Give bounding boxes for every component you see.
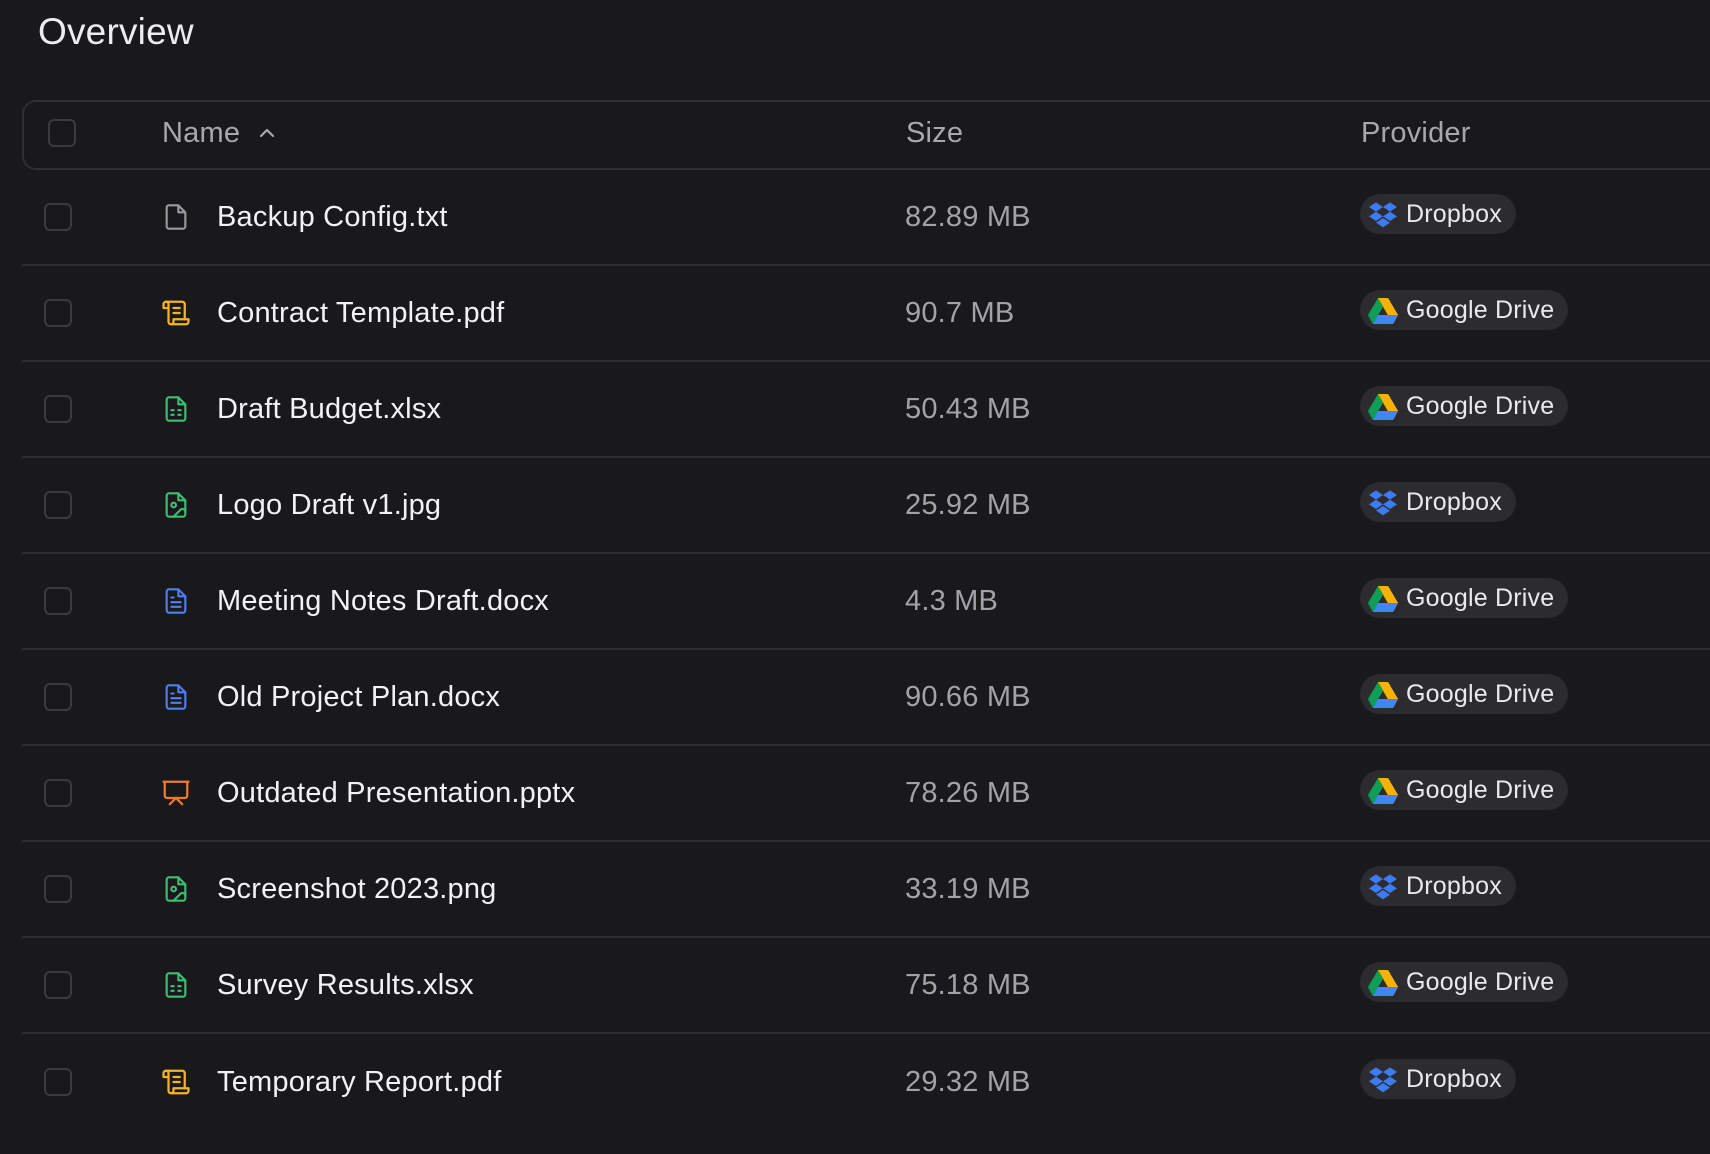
file-name[interactable]: Screenshot 2023.png [217,873,497,906]
file-name[interactable]: Old Project Plan.docx [217,681,500,714]
text-file-icon [161,202,191,232]
table-row[interactable]: Draft Budget.xlsx 50.43 MB Google Drive [22,362,1710,458]
row-checkbox[interactable] [44,587,72,615]
file-size: 25.92 MB [905,488,1031,521]
provider-label: Dropbox [1406,1064,1502,1093]
file-size: 90.7 MB [905,296,1015,329]
provider-label: Dropbox [1406,487,1502,516]
chevron-up-icon[interactable] [256,122,278,144]
provider-badge: Google Drive [1360,578,1569,618]
google-drive-icon [1368,775,1398,805]
page-title: Overview [38,11,194,52]
provider-badge: Dropbox [1360,866,1516,906]
provider-badge: Dropbox [1360,482,1516,522]
google-drive-icon [1368,295,1398,325]
table-header: Name Size Provider [22,100,1710,170]
file-size: 75.18 MB [905,968,1031,1001]
provider-badge: Google Drive [1360,290,1569,330]
file-name[interactable]: Logo Draft v1.jpg [217,489,441,522]
scroll-file-icon [161,1067,191,1097]
provider-badge: Google Drive [1360,962,1569,1002]
file-size: 4.3 MB [905,584,999,617]
provider-badge: Dropbox [1360,194,1516,234]
file-size: 90.66 MB [905,680,1031,713]
table-row[interactable]: Backup Config.txt 82.89 MB Dropbox [22,170,1710,266]
provider-label: Google Drive [1406,583,1555,612]
scroll-file-icon [161,298,191,328]
row-checkbox[interactable] [44,491,72,519]
file-name[interactable]: Temporary Report.pdf [217,1066,501,1099]
dropbox-icon [1368,199,1398,229]
file-name[interactable]: Contract Template.pdf [217,297,504,330]
image-file-icon [161,490,191,520]
row-checkbox[interactable] [44,971,72,999]
table-row[interactable]: Logo Draft v1.jpg 25.92 MB Dropbox [22,458,1710,554]
file-name[interactable]: Outdated Presentation.pptx [217,777,575,810]
row-checkbox[interactable] [44,779,72,807]
table-row[interactable]: Old Project Plan.docx 90.66 MB Google Dr… [22,650,1710,746]
column-header-name[interactable]: Name [162,100,278,166]
google-drive-icon [1368,391,1398,421]
row-checkbox[interactable] [44,395,72,423]
file-name[interactable]: Survey Results.xlsx [217,969,474,1002]
google-drive-icon [1368,583,1398,613]
row-checkbox[interactable] [44,299,72,327]
file-size: 82.89 MB [905,200,1031,233]
file-size: 78.26 MB [905,776,1031,809]
google-drive-icon [1368,679,1398,709]
table-body: Backup Config.txt 82.89 MB Dropbox Contr… [22,170,1710,1130]
column-header-provider-label: Provider [1361,116,1471,149]
table-row[interactable]: Temporary Report.pdf 29.32 MB Dropbox [22,1034,1710,1130]
provider-label: Google Drive [1406,391,1555,420]
table-row[interactable]: Outdated Presentation.pptx 78.26 MB Goog… [22,746,1710,842]
provider-badge: Google Drive [1360,770,1569,810]
provider-label: Google Drive [1406,967,1555,996]
provider-label: Dropbox [1406,199,1502,228]
row-checkbox[interactable] [44,875,72,903]
provider-badge: Google Drive [1360,674,1569,714]
column-header-size[interactable]: Size [906,100,963,166]
provider-label: Dropbox [1406,871,1502,900]
table-row[interactable]: Meeting Notes Draft.docx 4.3 MB Google D… [22,554,1710,650]
document-file-icon [161,586,191,616]
document-file-icon [161,682,191,712]
dropbox-icon [1368,487,1398,517]
spreadsheet-file-icon [161,394,191,424]
file-name[interactable]: Draft Budget.xlsx [217,393,441,426]
provider-label: Google Drive [1406,295,1555,324]
spreadsheet-file-icon [161,970,191,1000]
file-size: 33.19 MB [905,872,1031,905]
file-name[interactable]: Meeting Notes Draft.docx [217,585,549,618]
select-all-checkbox[interactable] [48,119,76,147]
column-header-name-label: Name [162,116,241,149]
provider-label: Google Drive [1406,775,1555,804]
row-checkbox[interactable] [44,683,72,711]
provider-badge: Google Drive [1360,386,1569,426]
table-row[interactable]: Survey Results.xlsx 75.18 MB Google Driv… [22,938,1710,1034]
file-size: 50.43 MB [905,392,1031,425]
row-checkbox[interactable] [44,203,72,231]
column-header-size-label: Size [906,116,964,149]
row-checkbox[interactable] [44,1068,72,1096]
column-header-provider[interactable]: Provider [1361,100,1471,166]
table-row[interactable]: Contract Template.pdf 90.7 MB Google Dri… [22,266,1710,362]
table-row[interactable]: Screenshot 2023.png 33.19 MB Dropbox [22,842,1710,938]
provider-badge: Dropbox [1360,1059,1516,1099]
dropbox-icon [1368,1064,1398,1094]
google-drive-icon [1368,967,1398,997]
provider-label: Google Drive [1406,679,1555,708]
image-file-icon [161,874,191,904]
file-size: 29.32 MB [905,1065,1031,1098]
presentation-file-icon [161,778,191,808]
file-name[interactable]: Backup Config.txt [217,201,448,234]
files-table: Name Size Provider Backup Config.txt 82.… [22,100,1710,1130]
dropbox-icon [1368,871,1398,901]
